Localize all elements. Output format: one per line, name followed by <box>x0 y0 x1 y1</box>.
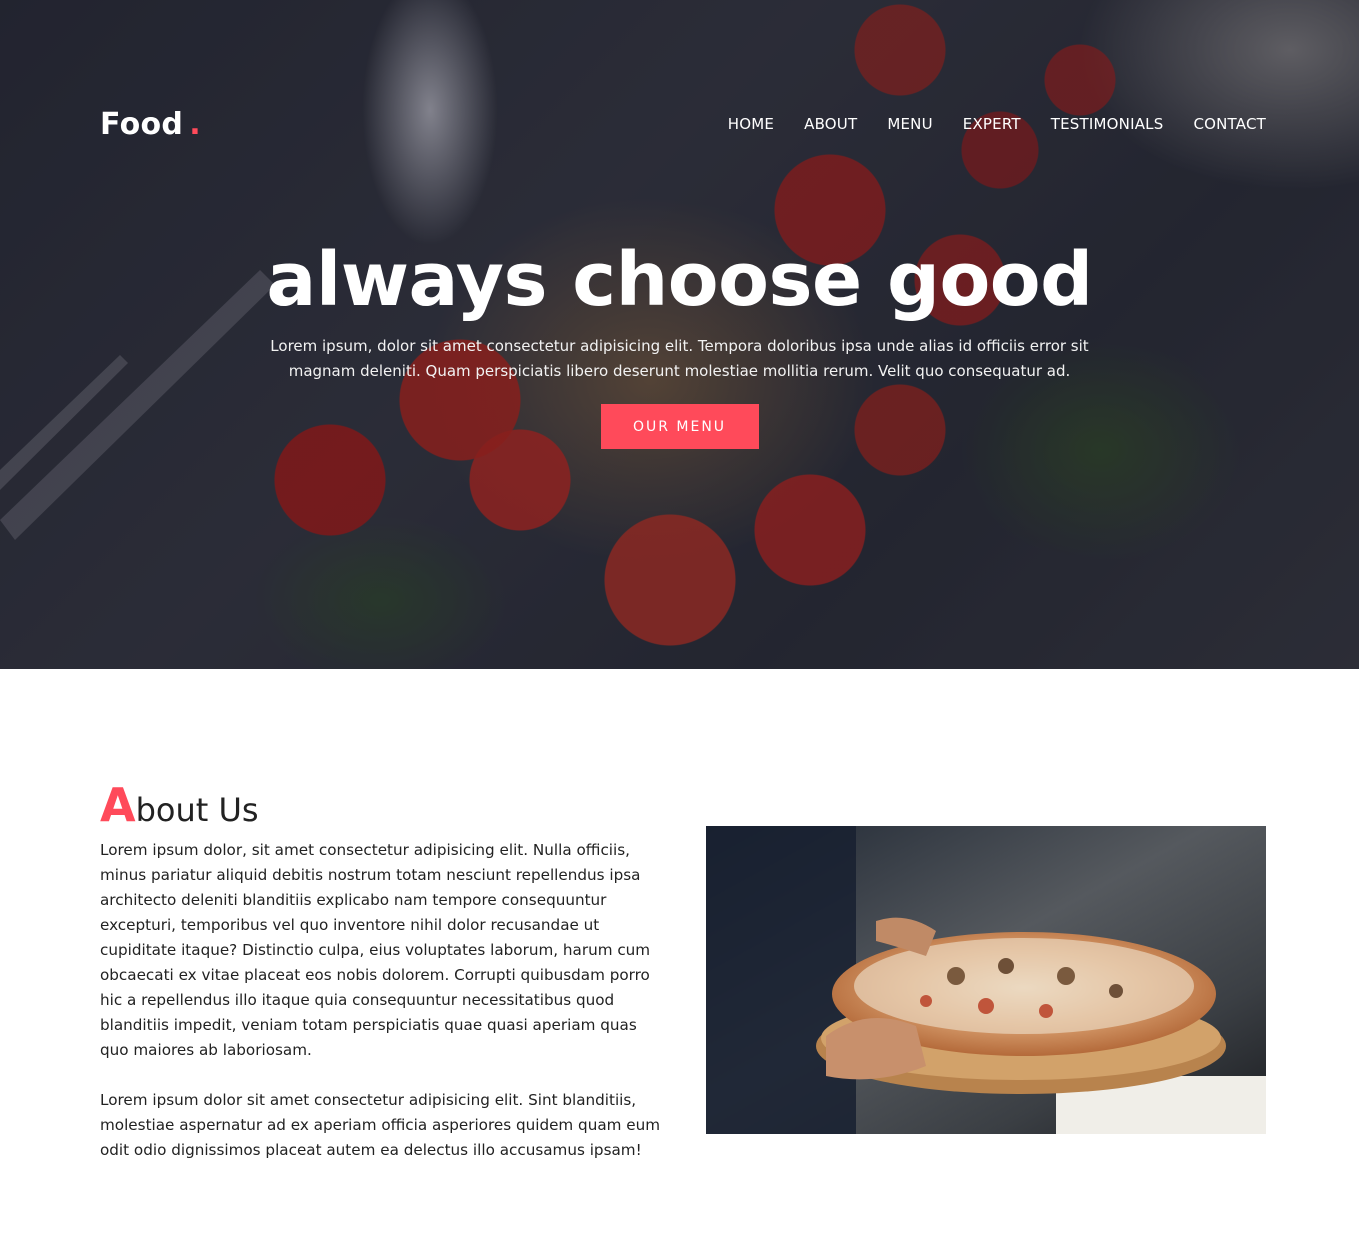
about-title: About Us <box>100 782 665 832</box>
brand-logo[interactable]: Food . <box>100 107 201 142</box>
brand-dot: . <box>189 106 201 142</box>
nav-item-contact: CONTACT <box>1193 115 1266 134</box>
hero-section: Food . HOME ABOUT MENU EXPERT TESTIMONIA… <box>0 0 1359 669</box>
about-title-rest: bout Us <box>135 791 259 829</box>
nav-item-testimonials: TESTIMONIALS <box>1051 115 1164 134</box>
nav-link-about[interactable]: ABOUT <box>804 115 857 133</box>
our-menu-button[interactable]: OUR MENU <box>600 404 759 449</box>
nav-link-home[interactable]: HOME <box>728 115 774 133</box>
about-text-column: About Us Lorem ipsum dolor, sit amet con… <box>100 782 665 1188</box>
hero-title: always choose good <box>266 237 1093 323</box>
pizza-illustration <box>706 826 1266 1134</box>
brand-name: Food <box>100 106 184 142</box>
top-navigation: Food . HOME ABOUT MENU EXPERT TESTIMONIA… <box>100 104 1266 144</box>
nav-item-about: ABOUT <box>804 115 857 134</box>
nav-link-contact[interactable]: CONTACT <box>1193 115 1266 133</box>
hero-description: Lorem ipsum, dolor sit amet consectetur … <box>270 337 1089 380</box>
about-section: About Us Lorem ipsum dolor, sit amet con… <box>0 669 1359 1256</box>
about-title-first-letter: A <box>100 778 136 832</box>
nav-link-testimonials[interactable]: TESTIMONIALS <box>1051 115 1164 133</box>
about-paragraph-2: Lorem ipsum dolor sit amet consectetur a… <box>100 1091 661 1159</box>
nav-link-menu[interactable]: MENU <box>887 115 932 133</box>
nav-item-home: HOME <box>728 115 774 134</box>
about-paragraph-1: Lorem ipsum dolor, sit amet consectetur … <box>100 841 651 1059</box>
about-pizza-image <box>706 826 1266 1134</box>
nav-menu: HOME ABOUT MENU EXPERT TESTIMONIALS CONT… <box>728 115 1266 134</box>
nav-item-menu: MENU <box>887 115 932 134</box>
nav-link-expert[interactable]: EXPERT <box>963 115 1021 133</box>
nav-item-expert: EXPERT <box>963 115 1021 134</box>
hero-content: always choose good Lorem ipsum, dolor si… <box>0 232 1359 449</box>
